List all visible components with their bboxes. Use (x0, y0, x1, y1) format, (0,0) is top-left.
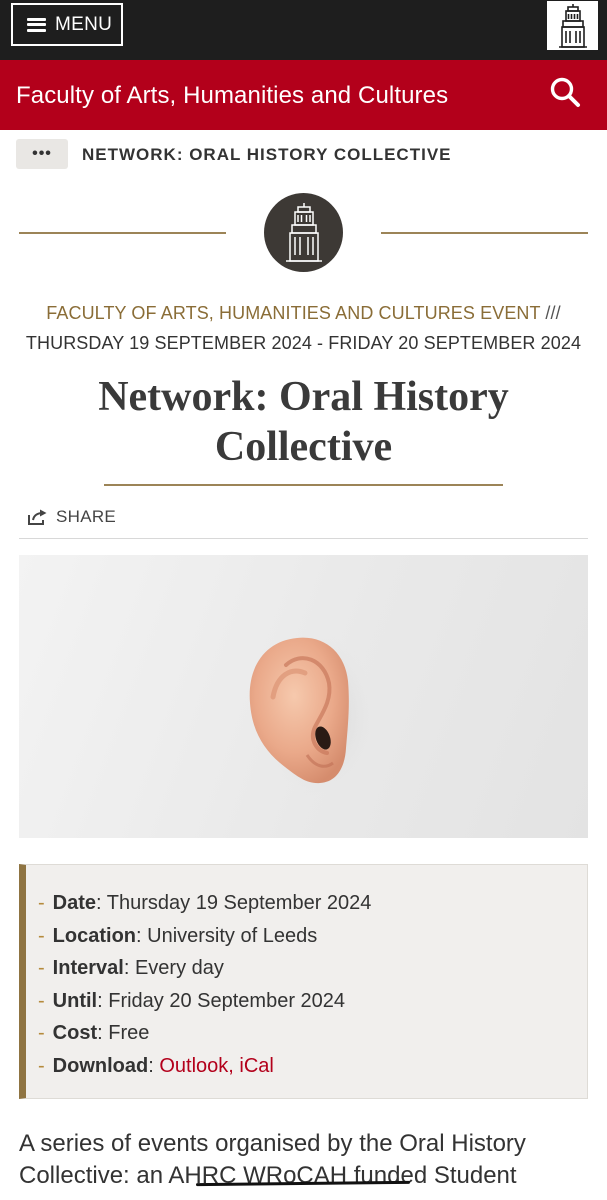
detail-interval-value: Every day (134, 957, 224, 980)
event-type: FACULTY OF ARTS, HUMANITIES AND CULTURES… (0, 303, 607, 324)
hamburger-icon (27, 17, 46, 32)
detail-location: - Location: University of Leeds (38, 924, 318, 947)
share-icon (28, 509, 47, 525)
detail-location-key: Location (52, 924, 137, 947)
event-type-separator: /// (545, 303, 561, 323)
detail-download-key: Download (52, 1054, 149, 1077)
detail-date: - Date: Thursday 19 September 2024 (38, 892, 372, 914)
parkinson-tower-logo-icon (558, 3, 587, 48)
share-divider (19, 538, 588, 539)
detail-interval-key: Interval (52, 957, 124, 980)
download-outlook-link[interactable]: Outlook (159, 1055, 228, 1077)
menu-button-label: MENU (55, 13, 113, 35)
divider-right (381, 232, 588, 234)
detail-cost-key: Cost (52, 1022, 98, 1045)
breadcrumb-current: NETWORK: ORAL HISTORY COLLECTIVE (82, 145, 452, 164)
faculty-emblem (264, 193, 343, 272)
search-icon[interactable] (549, 76, 581, 108)
share-label: SHARE (56, 507, 117, 526)
page-title-line-2: Collective (214, 424, 393, 470)
detail-until: - Until: Friday 20 September 2024 (38, 989, 346, 1012)
detail-date-value: Thursday 19 September 2024 (106, 892, 372, 914)
breadcrumb-expand-button[interactable]: ••• (16, 139, 68, 169)
detail-interval: - Interval: Every day (38, 957, 224, 980)
share-button[interactable]: SHARE (27, 507, 116, 527)
tower-emblem-icon (285, 202, 322, 262)
ear-image (249, 633, 377, 797)
download-ical-link[interactable]: iCal (239, 1055, 273, 1077)
faculty-title[interactable]: Faculty of Arts, Humanities and Cultures (16, 82, 448, 110)
description-line-1: A series of events organised by the Oral… (19, 1130, 526, 1157)
divider-left (19, 232, 226, 234)
menu-button[interactable]: MENU (11, 3, 123, 46)
event-type-label[interactable]: FACULTY OF ARTS, HUMANITIES AND CULTURES… (46, 303, 540, 323)
title-divider (104, 484, 503, 486)
event-image (19, 555, 588, 838)
page-title-line-1: Network: Oral History (98, 374, 509, 420)
detail-date-key: Date (52, 892, 97, 914)
top-navigation-bar: MENU (0, 0, 607, 60)
detail-location-value: University of Leeds (147, 924, 318, 947)
detail-cost-value: Free (108, 1022, 150, 1045)
detail-cost: - Cost: Free (38, 1022, 150, 1045)
detail-until-key: Until (52, 989, 98, 1012)
event-dates: THURSDAY 19 SEPTEMBER 2024 - FRIDAY 20 S… (25, 333, 582, 353)
detail-until-value: Friday 20 September 2024 (108, 989, 346, 1012)
university-logo[interactable] (547, 1, 598, 50)
faculty-header: Faculty of Arts, Humanities and Cultures (0, 60, 607, 130)
page-title: Network: Oral History Collective (60, 372, 547, 472)
detail-download: - Download: Outlook, iCal (38, 1054, 274, 1077)
event-details-box: - Date: Thursday 19 September 2024 - Locat… (19, 864, 588, 1099)
